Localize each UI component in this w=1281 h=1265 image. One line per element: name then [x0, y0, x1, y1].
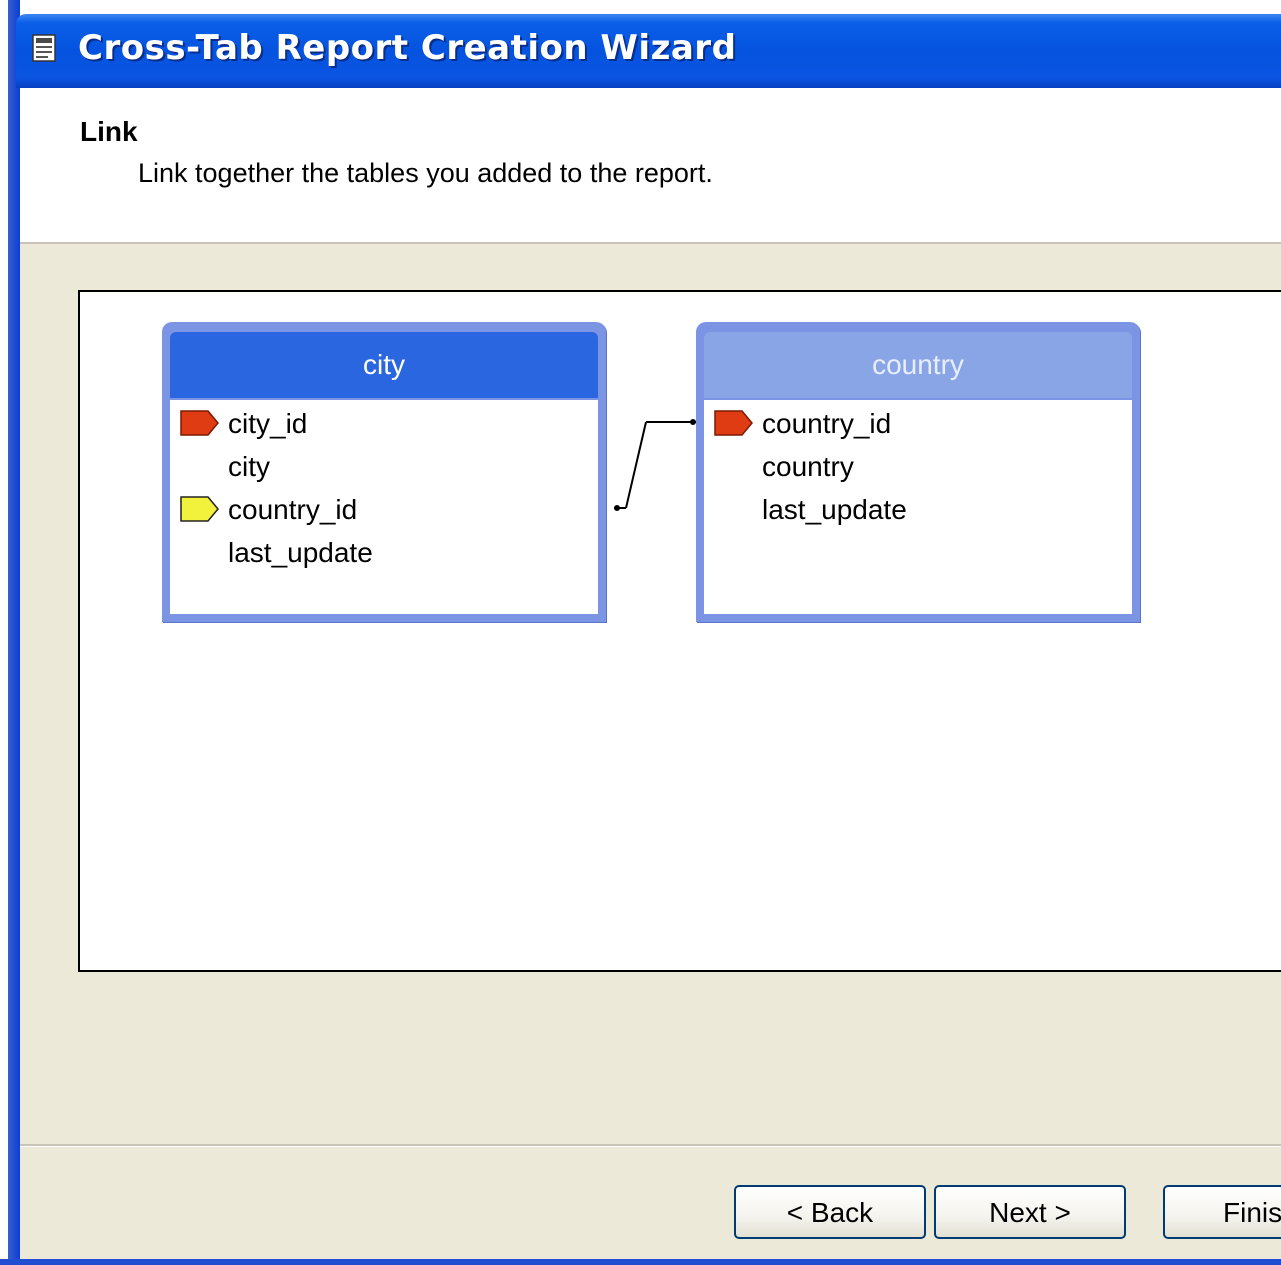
page-title: Link [80, 116, 138, 147]
table-country-fields: country_id country last_update [704, 400, 1132, 614]
next-button[interactable]: Next > [934, 1185, 1126, 1239]
window-title: Cross-Tab Report Creation Wizard [78, 28, 737, 68]
report-wizard-icon [32, 34, 56, 62]
field-country-id[interactable]: country_id [228, 494, 357, 526]
field-last-update[interactable]: last_update [228, 537, 373, 569]
field-last-update[interactable]: last_update [762, 494, 907, 526]
table-city-fields: city_id city country_id last_update [170, 400, 598, 614]
primary-key-icon [180, 410, 219, 436]
link-canvas[interactable]: city city_id city country_id last_update… [78, 290, 1281, 972]
window-frame-bottom [0, 1259, 1281, 1265]
table-city-header[interactable]: city [170, 332, 598, 398]
primary-key-icon [714, 410, 753, 436]
footer-separator [20, 1144, 1281, 1147]
table-city[interactable]: city city_id city country_id last_update [162, 322, 606, 622]
back-button[interactable]: < Back [734, 1185, 926, 1239]
table-country-header[interactable]: country [704, 332, 1132, 398]
table-country[interactable]: country country_id country last_update [696, 322, 1140, 622]
field-city[interactable]: city [228, 451, 270, 483]
finish-button[interactable]: Finis [1163, 1185, 1281, 1239]
wizard-body: city city_id city country_id last_update… [20, 244, 1281, 1259]
wizard-header: Link Link together the tables you added … [20, 88, 1281, 244]
page-subtitle: Link together the tables you added to th… [138, 158, 713, 188]
field-country[interactable]: country [762, 451, 854, 483]
title-bar[interactable]: Cross-Tab Report Creation Wizard [16, 14, 1281, 88]
field-country-id[interactable]: country_id [762, 408, 891, 440]
foreign-key-icon [180, 496, 219, 522]
field-city-id[interactable]: city_id [228, 408, 307, 440]
window-frame-left [0, 0, 20, 1265]
